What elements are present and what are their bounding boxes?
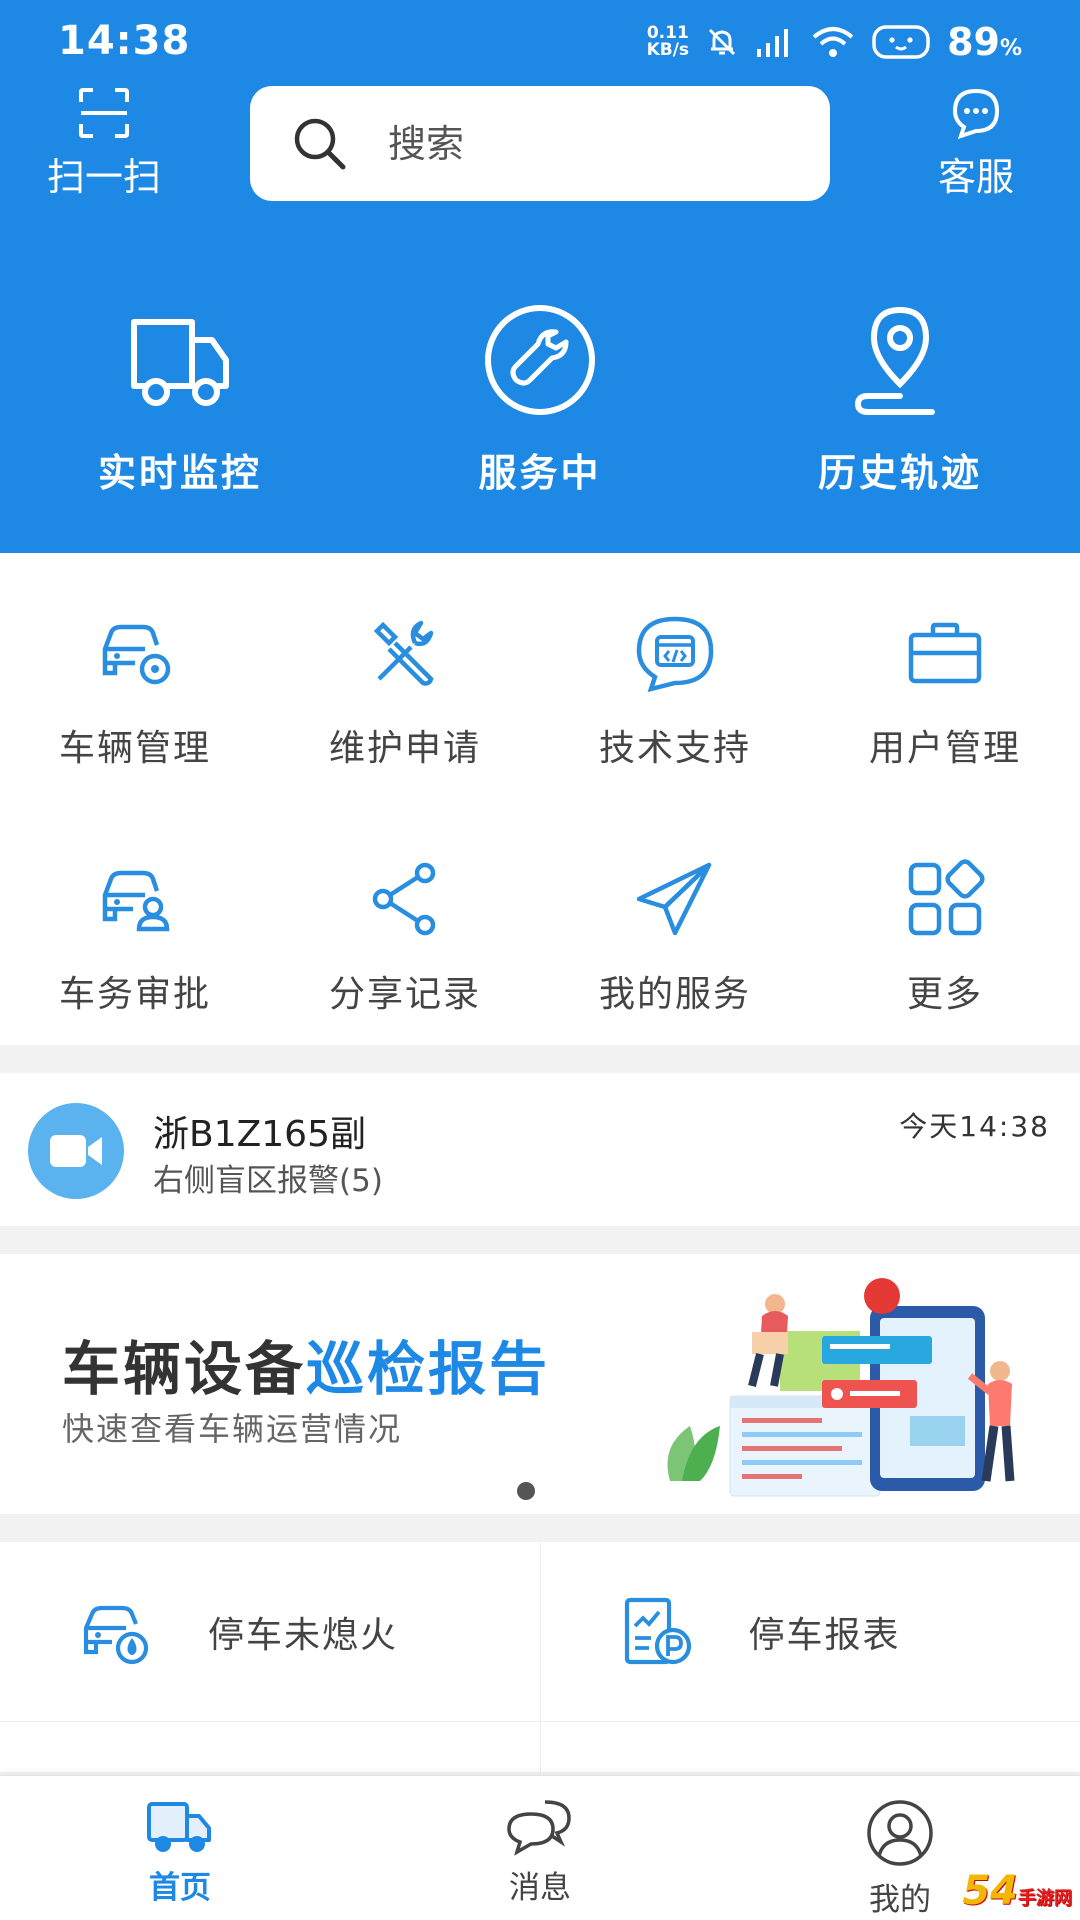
report-parking[interactable]: 停车报表 [539, 1542, 1080, 1721]
battery-level: 89% [947, 20, 1022, 64]
grid-item-label: 分享记录 [328, 974, 481, 1015]
alert-notification[interactable]: 浙B1Z165副 右侧盲区报警(5) 今天14:38 [0, 1073, 1080, 1226]
grid-item-my-services[interactable]: 我的服务 [540, 799, 810, 1045]
car-fire-icon [83, 1605, 149, 1664]
quick-action-label: 实时监控 [97, 451, 262, 495]
nav-messages[interactable]: 消息 [360, 1776, 720, 1920]
car-gear-icon [102, 624, 171, 685]
nav-home[interactable]: 首页 [0, 1776, 360, 1920]
code-chat-icon [636, 616, 714, 693]
car-user-icon [102, 870, 170, 932]
grid-item-tech-support[interactable]: 技术支持 [540, 553, 810, 799]
search-box[interactable] [250, 86, 830, 201]
chat-bubble-icon [952, 88, 1000, 140]
grid-item-label: 技术支持 [598, 728, 751, 769]
status-bar: 14:38 0.11 KB/s 89% [0, 0, 1080, 80]
grid-item-label: 我的服务 [598, 974, 751, 1015]
mute-bell-icon [709, 28, 736, 56]
grid-item-vehicle-management[interactable]: 车辆管理 [0, 553, 270, 799]
paper-plane-icon [636, 862, 712, 936]
grid-row: 车辆管理 维护申请 技术支持 用户管理 [0, 553, 1080, 799]
report-label: 停车报表 [748, 1614, 901, 1656]
app-root: 14:38 0.11 KB/s 89% 扫一扫 客服 [0, 0, 1080, 1920]
carousel-indicator[interactable] [517, 1482, 535, 1500]
truck-icon [147, 1802, 211, 1852]
briefcase-icon [908, 622, 982, 684]
alert-time: 今天14:38 [899, 1110, 1050, 1143]
quick-action-in-service[interactable]: 服务中 [360, 300, 720, 500]
report-row: 停车未熄火 停车报表 [0, 1542, 1080, 1722]
wrench-icon [485, 305, 595, 415]
report-shortcuts: 停车未熄火 停车报表 [0, 1542, 1080, 1772]
grid-item-share-records[interactable]: 分享记录 [270, 799, 540, 1045]
alert-message: 右侧盲区报警(5) [153, 1163, 383, 1199]
banner-title: 车辆设备巡检报告 [62, 1335, 551, 1403]
customer-service-button[interactable]: 客服 [920, 86, 1032, 199]
grid-item-label: 更多 [906, 974, 983, 1015]
quick-action-realtime-monitor[interactable]: 实时监控 [0, 300, 360, 500]
grid-item-label: 维护申请 [328, 728, 481, 769]
grid-item-label: 车务审批 [58, 974, 211, 1015]
quick-action-history-track[interactable]: 历史轨迹 [720, 300, 1080, 500]
truck-icon [131, 319, 229, 406]
wifi-icon [812, 27, 854, 57]
parking-report-icon [624, 1597, 691, 1664]
quick-actions: 实时监控 服务中 历史轨迹 [0, 300, 1080, 500]
status-time: 14:38 [58, 18, 191, 64]
alert-avatar [28, 1103, 124, 1199]
user-icon [867, 1800, 933, 1866]
alert-plate: 浙B1Z165副 [153, 1114, 366, 1155]
status-icons: 0.11 KB/s 89% [647, 20, 1022, 64]
search-icon [294, 118, 346, 169]
chat-icon [507, 1800, 571, 1856]
grid-item-more[interactable]: 更多 [810, 799, 1080, 1045]
grid-item-label: 用户管理 [868, 728, 1021, 769]
quick-action-label: 服务中 [478, 451, 602, 495]
grid-item-user-management[interactable]: 用户管理 [810, 553, 1080, 799]
quick-action-label: 历史轨迹 [817, 451, 982, 495]
inspection-illustration [667, 1278, 1015, 1497]
scan-label: 扫一扫 [46, 155, 161, 199]
scan-icon [79, 88, 129, 138]
tools-icon [373, 620, 434, 686]
customer-service-label: 客服 [937, 155, 1014, 199]
grid-row: 车务审批 分享记录 我的服务 更多 [0, 799, 1080, 1045]
location-pin-icon [854, 306, 935, 415]
grid-item-maintenance-request[interactable]: 维护申请 [270, 553, 540, 799]
watermark-logo: 54手游网 [962, 1868, 1072, 1914]
banner-subtitle: 快速查看车辆运营情况 [62, 1410, 403, 1448]
assistant-icon [872, 25, 930, 59]
signal-icon [757, 29, 789, 57]
promo-banner[interactable]: 车辆设备巡检报告 快速查看车辆运营情况 [0, 1254, 1080, 1514]
report-row-partial [0, 1722, 1080, 1772]
share-icon [372, 862, 436, 936]
nav-label: 消息 [509, 1870, 571, 1906]
report-engine-not-off[interactable]: 停车未熄火 [0, 1542, 540, 1721]
nav-label: 首页 [149, 1870, 211, 1906]
search-input[interactable] [388, 121, 768, 166]
header: 14:38 0.11 KB/s 89% 扫一扫 客服 [0, 0, 1080, 553]
apps-icon [908, 859, 985, 936]
video-camera-icon [50, 1135, 102, 1167]
function-grid: 车辆管理 维护申请 技术支持 用户管理 车务审批 分享记录 我的服务 更多 [0, 553, 1080, 1045]
grid-item-label: 车辆管理 [58, 728, 211, 769]
report-label: 停车未熄火 [208, 1614, 399, 1656]
grid-item-vehicle-approval[interactable]: 车务审批 [0, 799, 270, 1045]
bottom-nav: 首页 消息 我的 [0, 1775, 1080, 1920]
scan-button[interactable]: 扫一扫 [44, 86, 164, 199]
net-speed: 0.11 KB/s [646, 23, 690, 60]
